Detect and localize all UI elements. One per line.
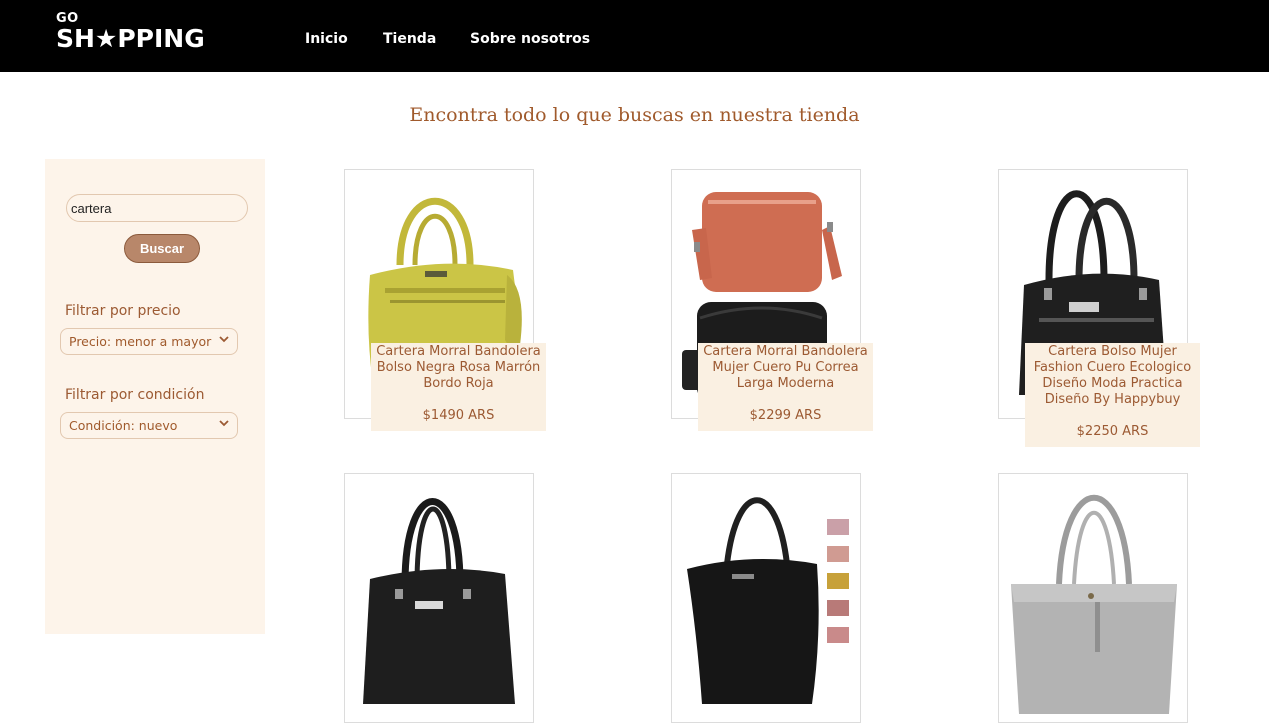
silver-tote-image (1011, 494, 1177, 714)
condition-filter-label: Filtrar por condición (65, 387, 205, 403)
price-filter-label: Filtrar por precio (65, 303, 181, 319)
product-card[interactable]: Cartera Bolso Mujer Fashion Cuero Ecolog… (998, 169, 1200, 447)
condition-filter-dropdown[interactable]: Condición: nuevo (60, 412, 238, 439)
search-button[interactable]: Buscar (124, 234, 200, 263)
product-name[interactable]: Cartera Morral Bandolera Bolso Negra Ros… (374, 344, 543, 392)
nav-inicio[interactable]: Inicio (305, 31, 348, 47)
product-card[interactable] (671, 473, 861, 723)
product-price: $1490 ARS (422, 408, 495, 423)
product-info: Cartera Morral Bandolera Mujer Cuero Pu … (698, 343, 873, 431)
nav-sobre-nosotros[interactable]: Sobre nosotros (470, 31, 590, 47)
product-image[interactable] (344, 473, 534, 723)
condition-filter-select[interactable]: Condición: nuevo (60, 412, 238, 439)
price-filter-select[interactable]: Precio: menor a mayor (60, 328, 238, 355)
product-card[interactable]: Cartera Morral Bandolera Bolso Negra Ros… (344, 169, 546, 431)
top-navbar: GO SH★PPING Inicio Tienda Sobre nosotros (0, 0, 1269, 72)
nav-tienda[interactable]: Tienda (383, 31, 436, 47)
product-image[interactable] (671, 473, 861, 723)
product-card[interactable] (344, 473, 534, 723)
product-info: Cartera Bolso Mujer Fashion Cuero Ecolog… (1025, 343, 1200, 447)
product-card[interactable]: Cartera Morral Bandolera Mujer Cuero Pu … (671, 169, 873, 431)
price-filter-dropdown[interactable]: Precio: menor a mayor (60, 328, 238, 355)
product-name[interactable]: Cartera Bolso Mujer Fashion Cuero Ecolog… (1028, 344, 1197, 408)
product-price: $2299 ARS (749, 408, 822, 423)
product-image[interactable] (998, 473, 1188, 723)
filter-sidebar: Buscar Filtrar por precio Precio: menor … (45, 159, 265, 634)
black-handbag-image (363, 498, 515, 704)
product-name[interactable]: Cartera Morral Bandolera Mujer Cuero Pu … (701, 344, 870, 392)
search-input[interactable] (66, 194, 248, 222)
product-card[interactable] (998, 473, 1188, 723)
black-shoulder-bag-image (687, 497, 849, 704)
product-price: $2250 ARS (1076, 424, 1149, 439)
product-info: Cartera Morral Bandolera Bolso Negra Ros… (371, 343, 546, 431)
page-title: Encontra todo lo que buscas en nuestra t… (409, 104, 860, 126)
logo-shopping-text: SH★PPING (56, 24, 205, 53)
